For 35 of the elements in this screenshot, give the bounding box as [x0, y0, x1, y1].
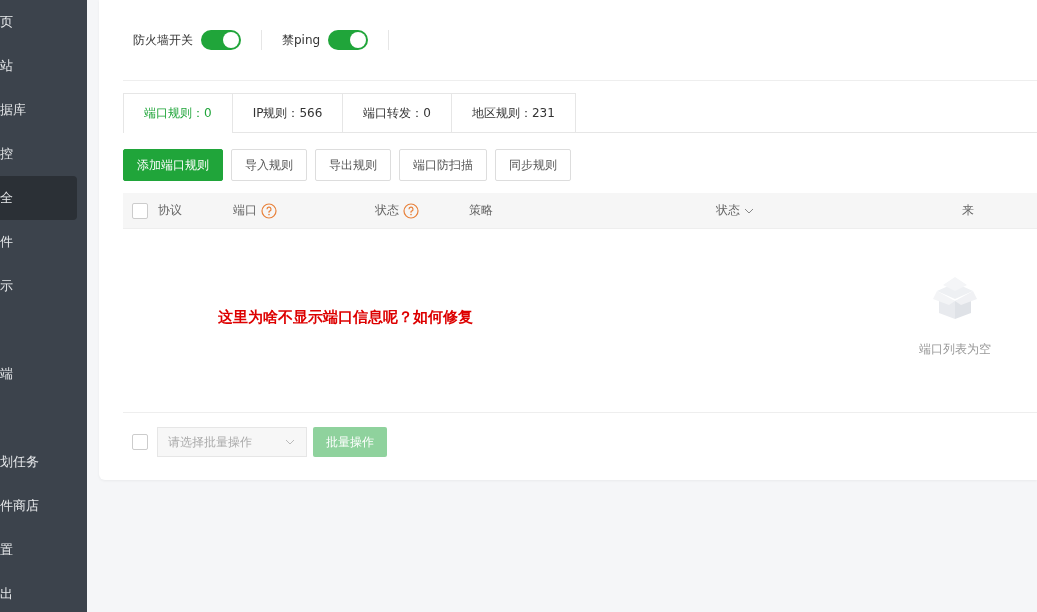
sidebar-item[interactable]: 页 [0, 0, 77, 44]
sidebar-item[interactable]: 件 [0, 220, 77, 264]
help-icon[interactable] [402, 202, 419, 219]
sidebar-item[interactable]: 置 [0, 528, 77, 572]
switch-label: 防火墙开关 [133, 31, 193, 49]
sidebar-item[interactable]: 控 [0, 132, 77, 176]
column-header: 来 [961, 202, 974, 219]
sidebar-item[interactable]: 件商店 [0, 484, 77, 528]
checkbox[interactable] [132, 202, 148, 219]
column-header: 状态 [374, 202, 399, 219]
toggle-switch[interactable] [328, 30, 369, 50]
sidebar-item[interactable]: 据库 [0, 88, 77, 132]
column-header: 端口 [233, 202, 258, 219]
toggle-switch[interactable] [201, 30, 241, 50]
sidebar-item[interactable]: 全 [0, 176, 77, 220]
toolbar-button[interactable]: 导入规则 [231, 149, 307, 181]
sidebar-item[interactable]: 划任务 [0, 440, 77, 484]
chevron-down-icon[interactable] [285, 437, 295, 447]
sidebar-item[interactable]: 出 [0, 572, 77, 612]
checkbox[interactable] [132, 434, 148, 450]
sidebar-item[interactable]: 站 [0, 44, 77, 88]
annotation-text: 这里为啥不显示端口信息呢？如何修复 [218, 308, 473, 327]
toolbar-button[interactable]: 导出规则 [315, 149, 391, 181]
sidebar-item[interactable]: 示 [0, 264, 77, 308]
switch-label: 禁ping [282, 31, 321, 49]
column-header: 协议 [158, 202, 182, 219]
empty-message: 端口列表为空 [919, 341, 991, 358]
tab[interactable]: 地区规则：231 [450, 93, 576, 132]
column-header: 策略 [469, 202, 494, 219]
sidebar-item[interactable]: 端 [0, 352, 77, 396]
batch-select[interactable]: 请选择批量操作 [157, 427, 307, 457]
help-icon[interactable] [261, 202, 278, 219]
toolbar-button[interactable]: 端口防扫描 [399, 149, 487, 181]
column-header: 状态 [716, 202, 741, 219]
toolbar-button[interactable]: 同步规则 [495, 149, 571, 181]
